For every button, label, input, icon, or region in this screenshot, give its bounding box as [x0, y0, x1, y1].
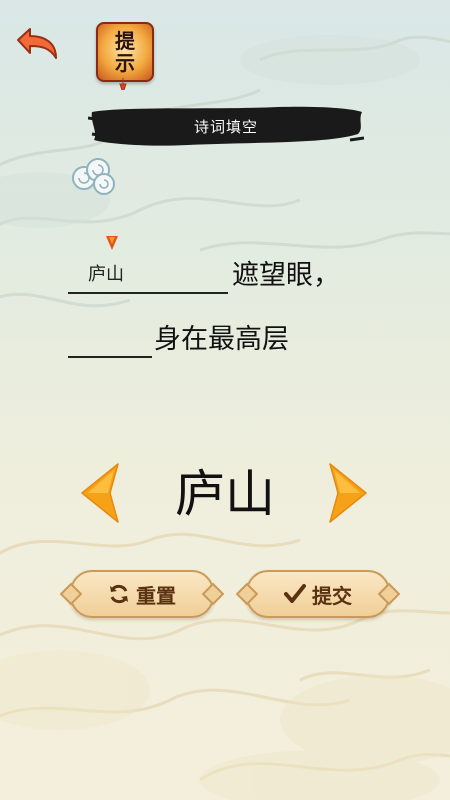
submit-button[interactable]: 提交 — [246, 570, 390, 618]
hint-label-bottom: 示 — [115, 51, 135, 75]
previous-option-arrow-icon[interactable] — [78, 462, 122, 524]
current-option: 庐山 — [175, 465, 275, 523]
next-option-arrow-icon[interactable] — [326, 462, 370, 524]
submit-label: 提交 — [312, 583, 352, 608]
blank-marker-icon — [106, 236, 118, 250]
hint-button[interactable]: 提 示 — [96, 22, 154, 82]
lantern-tassel-icon — [119, 78, 127, 90]
poem-line-1-text: 遮望眼， — [232, 260, 340, 291]
poem-blank-1[interactable]: 庐山 — [68, 256, 228, 294]
cloud-swirl-icon — [72, 158, 115, 195]
poem-line-1: 庐山 遮望眼， — [68, 254, 340, 294]
reset-label: 重置 — [136, 583, 176, 608]
back-arrow-icon[interactable] — [12, 24, 62, 64]
refresh-icon — [110, 584, 128, 604]
reset-button[interactable]: 重置 — [70, 570, 214, 618]
checkmark-icon — [284, 584, 306, 603]
hint-label-top: 提 — [115, 29, 135, 53]
poem-line-2: 身在最高层 — [68, 318, 289, 358]
blank-1-answer: 庐山 — [88, 264, 124, 285]
poem-line-2-text: 身在最高层 — [154, 324, 289, 355]
page-title: 诗词填空 — [193, 117, 258, 136]
poem-blank-2[interactable] — [68, 320, 152, 358]
